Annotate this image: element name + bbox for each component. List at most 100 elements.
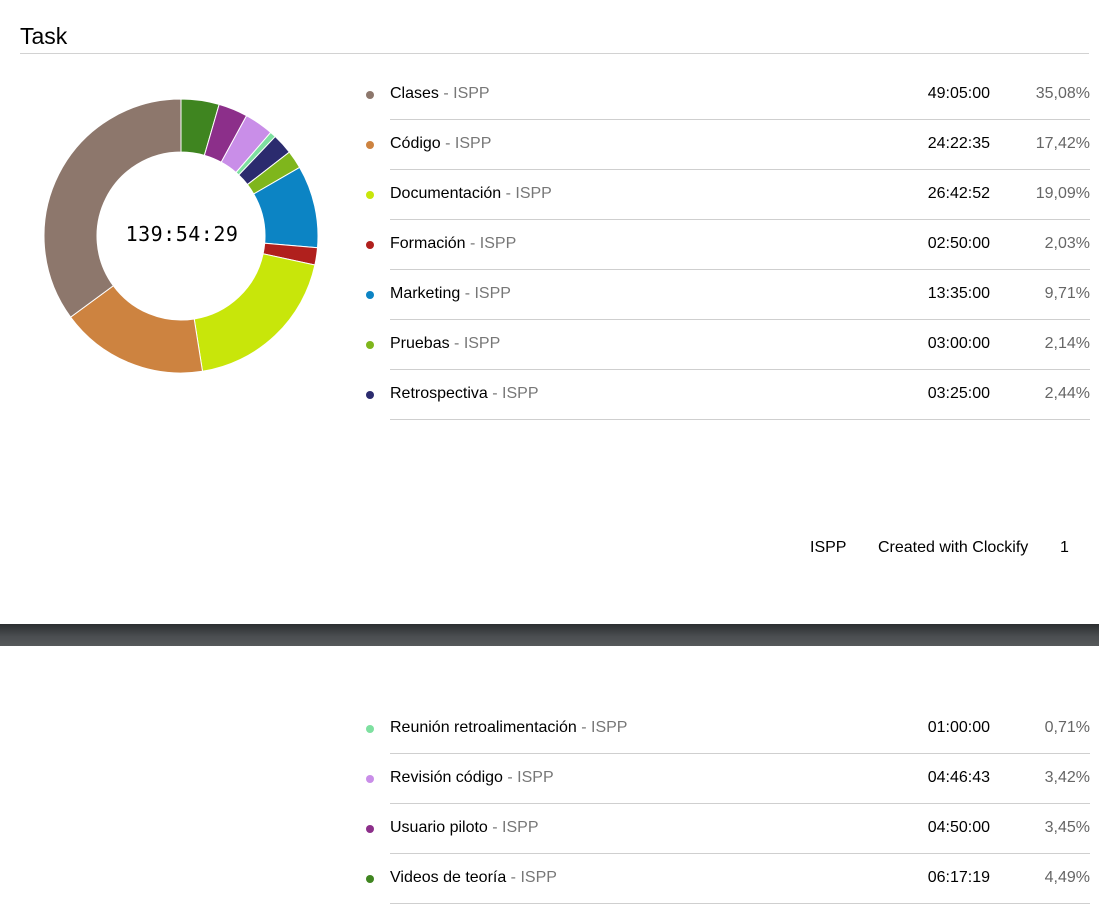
- task-name: Reunión retroalimentación: [390, 719, 577, 736]
- task-percent: 2,03%: [1044, 235, 1090, 252]
- task-row-documentacion: Documentación - ISPP 26:42:52 19,09%: [362, 170, 1090, 220]
- task-name: Marketing: [390, 285, 461, 302]
- task-project: - ISPP: [440, 135, 492, 152]
- page-break-separator: [0, 624, 1099, 646]
- color-dot: [366, 341, 374, 349]
- task-row-clases: Clases - ISPP 49:05:00 35,08%: [362, 70, 1090, 120]
- task-project-name: ISPP: [453, 85, 490, 102]
- task-duration: 03:00:00: [927, 335, 990, 352]
- task-percent: 0,71%: [1044, 719, 1090, 736]
- task-label: Código - ISPP: [390, 134, 491, 154]
- task-label: Usuario piloto - ISPP: [390, 818, 539, 838]
- task-name: Clases: [390, 85, 439, 102]
- color-dot: [366, 825, 374, 833]
- task-label: Formación - ISPP: [390, 234, 516, 254]
- task-project: - ISPP: [501, 185, 552, 202]
- task-row-retrospectiva: Retrospectiva - ISPP 03:25:00 2,44%: [362, 370, 1090, 420]
- footer-created-with: Created with Clockify: [878, 539, 1029, 556]
- task-label: Videos de teoría - ISPP: [390, 868, 557, 888]
- task-percent: 19,09%: [1035, 185, 1090, 202]
- color-dot: [366, 291, 374, 299]
- task-label: Pruebas - ISPP: [390, 334, 500, 354]
- task-duration: 26:42:52: [927, 185, 990, 202]
- task-duration: 01:00:00: [927, 719, 990, 736]
- task-percent: 3,42%: [1044, 769, 1090, 786]
- task-project-name: ISPP: [454, 135, 492, 152]
- task-duration: 04:46:43: [927, 769, 990, 786]
- task-label: Reunión retroalimentación - ISPP: [390, 718, 627, 738]
- task-label: Documentación - ISPP: [390, 184, 552, 204]
- task-name: Código: [390, 135, 441, 152]
- task-duration: 24:22:35: [927, 135, 990, 152]
- task-list: Clases - ISPP 49:05:00 35,08% Código - I…: [362, 70, 1090, 420]
- task-row-reunion-retroalimentacion: Reunión retroalimentación - ISPP 01:00:0…: [362, 704, 1090, 754]
- task-row-revision-codigo: Revisión código - ISPP 04:46:43 3,42%: [362, 754, 1090, 804]
- task-duration: 06:17:19: [927, 869, 990, 886]
- donut-slice-documentacion: [193, 253, 316, 372]
- task-project: - ISPP: [506, 869, 557, 886]
- task-list-continued: Reunión retroalimentación - ISPP 01:00:0…: [362, 704, 1090, 904]
- task-duration: 02:50:00: [927, 235, 990, 252]
- task-project: - ISPP: [487, 385, 539, 402]
- task-name: Pruebas: [390, 335, 450, 352]
- task-project-name: ISPP: [502, 819, 539, 836]
- task-percent: 2,14%: [1044, 335, 1090, 352]
- task-label: Clases - ISPP: [390, 84, 490, 104]
- task-project-name: ISPP: [502, 385, 539, 402]
- task-row-usuario-piloto: Usuario piloto - ISPP 04:50:00 3,45%: [362, 804, 1090, 854]
- task-project-name: ISPP: [520, 869, 557, 886]
- task-project: - ISPP: [502, 769, 554, 786]
- color-dot: [366, 241, 374, 249]
- task-duration: 03:25:00: [927, 385, 990, 402]
- task-row-pruebas: Pruebas - ISPP 03:00:00 2,14%: [362, 320, 1090, 370]
- task-project-name: ISPP: [517, 769, 554, 786]
- color-dot: [366, 391, 374, 399]
- task-project-name: ISPP: [463, 335, 501, 352]
- task-row-codigo: Código - ISPP 24:22:35 17,42%: [362, 120, 1090, 170]
- task-percent: 4,49%: [1044, 869, 1090, 886]
- task-project: - ISPP: [465, 235, 517, 252]
- task-name: Formación: [390, 235, 466, 252]
- task-project-name: ISPP: [474, 285, 511, 302]
- task-percent: 9,71%: [1044, 285, 1090, 302]
- task-project: - ISPP: [460, 285, 511, 302]
- task-project: - ISPP: [576, 719, 628, 736]
- task-name: Revisión código: [390, 769, 503, 786]
- task-duration: 13:35:00: [927, 285, 990, 302]
- task-project: - ISPP: [487, 819, 539, 836]
- title-divider: [20, 53, 1089, 54]
- page-title: Task: [20, 23, 68, 49]
- task-name: Documentación: [390, 185, 502, 202]
- task-row-marketing: Marketing - ISPP 13:35:00 9,71%: [362, 270, 1090, 320]
- color-dot: [366, 725, 374, 733]
- task-project: - ISPP: [449, 335, 501, 352]
- task-row-formacion: Formación - ISPP 02:50:00 2,03%: [362, 220, 1090, 270]
- task-duration: 49:05:00: [927, 85, 990, 102]
- row-divider: [390, 419, 1090, 420]
- footer-page-number: 1: [1060, 539, 1069, 556]
- color-dot: [366, 191, 374, 199]
- total-duration: 139:54:29: [125, 222, 239, 246]
- task-percent: 35,08%: [1035, 85, 1090, 102]
- task-name: Usuario piloto: [390, 819, 488, 836]
- task-project-name: ISPP: [515, 185, 552, 202]
- task-percent: 17,42%: [1035, 135, 1090, 152]
- task-project-name: ISPP: [591, 719, 628, 736]
- task-row-videos-de-teoria: Videos de teoría - ISPP 06:17:19 4,49%: [362, 854, 1090, 904]
- footer-project: ISPP: [810, 539, 847, 556]
- task-project-name: ISPP: [479, 235, 517, 252]
- task-name: Retrospectiva: [390, 385, 488, 402]
- task-label: Marketing - ISPP: [390, 284, 511, 304]
- task-percent: 3,45%: [1044, 819, 1090, 836]
- color-dot: [366, 775, 374, 783]
- color-dot: [366, 91, 374, 99]
- task-duration: 04:50:00: [927, 819, 990, 836]
- color-dot: [366, 141, 374, 149]
- task-name: Videos de teoría: [390, 869, 507, 886]
- task-percent: 2,44%: [1044, 385, 1090, 402]
- task-label: Revisión código - ISPP: [390, 768, 554, 788]
- donut-slice-clases: [43, 98, 182, 318]
- task-label: Retrospectiva - ISPP: [390, 384, 539, 404]
- color-dot: [366, 875, 374, 883]
- task-project: - ISPP: [438, 85, 490, 102]
